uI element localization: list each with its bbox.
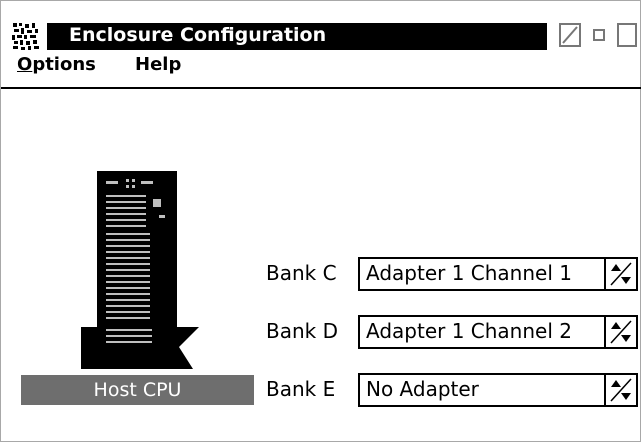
bank-d-value: Adapter 1 Channel 2 bbox=[366, 319, 572, 343]
restore-icon[interactable] bbox=[592, 23, 606, 47]
menu-options-label: ptions bbox=[32, 54, 96, 75]
menu-options-mnemonic: O bbox=[17, 54, 33, 75]
bank-d-label: Bank D bbox=[266, 319, 338, 343]
enclosure-configuration-window: Enclosure Configuration Options Help Hos… bbox=[0, 0, 641, 442]
minimize-icon[interactable] bbox=[559, 23, 581, 47]
bank-c-select[interactable]: Adapter 1 Channel 1 bbox=[358, 257, 638, 291]
bank-c-value: Adapter 1 Channel 1 bbox=[366, 261, 572, 285]
system-menu-icon[interactable] bbox=[11, 21, 41, 51]
title-bar[interactable]: Enclosure Configuration bbox=[7, 19, 637, 52]
menu-options[interactable]: Options bbox=[17, 54, 96, 75]
spin-arrows-icon[interactable] bbox=[604, 375, 636, 405]
menu-divider bbox=[1, 87, 641, 89]
window-title: Enclosure Configuration bbox=[69, 24, 327, 46]
bank-e-value: No Adapter bbox=[366, 377, 479, 401]
bank-c-label: Bank C bbox=[266, 261, 337, 285]
host-cpu-label: Host CPU bbox=[21, 375, 254, 405]
bank-e-select[interactable]: No Adapter bbox=[358, 373, 638, 407]
menu-help[interactable]: Help bbox=[135, 54, 181, 75]
title-bar-strip: Enclosure Configuration bbox=[47, 23, 547, 50]
bank-e-label: Bank E bbox=[266, 377, 336, 401]
spin-arrows-icon[interactable] bbox=[604, 317, 636, 347]
bank-d-select[interactable]: Adapter 1 Channel 2 bbox=[358, 315, 638, 349]
spin-arrows-icon[interactable] bbox=[604, 259, 636, 289]
maximize-icon[interactable] bbox=[617, 23, 637, 47]
computer-tower-icon bbox=[81, 171, 199, 369]
